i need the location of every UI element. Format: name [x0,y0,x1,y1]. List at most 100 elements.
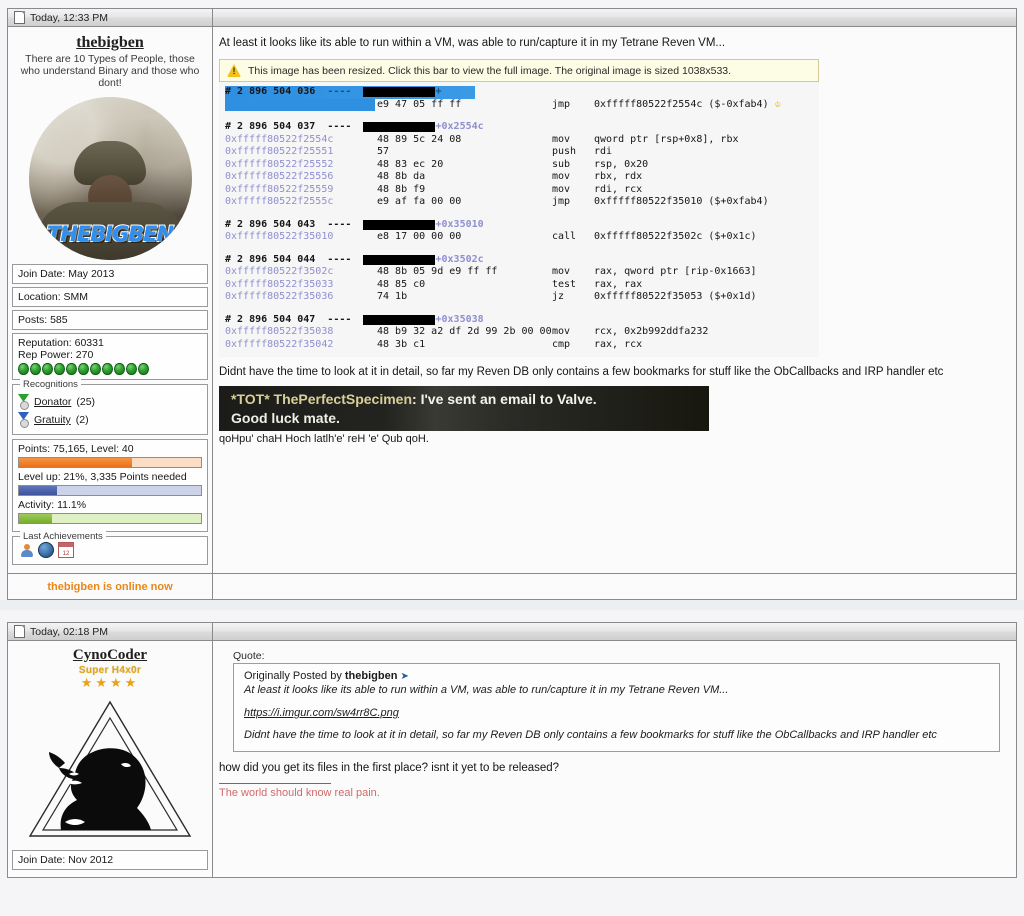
online-status-cell: thebigben is online now [8,573,213,599]
disasm-operands: 0xfffff80522f35053 ($+0x1d) [594,291,757,302]
video-caption-line-2: Good luck mate. [231,410,340,426]
rep-pip [30,363,41,375]
disasm-address: 0xfffff80522f2554c [225,133,334,145]
join-date-box: Join Date: May 2013 [12,264,208,284]
quote-author-prefix: Originally Posted by [244,670,342,682]
levelup-label: Level up: 21%, 3,335 Points needed [18,471,187,483]
recognitions-legend: Recognitions [20,379,81,390]
disasm-mnemonic: mov [552,133,571,145]
quote-author-name[interactable]: thebigben [345,670,398,682]
quote-text-line-2: Didnt have the time to look at it in det… [244,729,937,741]
quote-attribution: Originally Posted by thebigben ➤ [244,670,989,682]
post-1-user-sidebar: thebigben There are 10 Types of People, … [8,27,213,573]
disasm-bytes: 48 8b da [377,171,426,182]
post-1-footer: thebigben is online now [8,573,1016,599]
calendar-icon[interactable] [58,542,74,558]
disasm-address [225,99,377,112]
username-link[interactable]: CynoCoder [11,647,209,664]
post-1-footer-right [213,573,1016,599]
recognition-link-gratuity[interactable]: Gratuity [34,414,71,426]
medal-disc [20,401,29,410]
points-progress-fill [19,458,132,467]
disasm-operands: rsp, 0x20 [594,158,649,170]
disasm-spacer [225,244,819,254]
disasm-address: 0xfffff80522f25551 [225,146,334,157]
disasm-group-offset: +0x35038 [435,313,484,325]
disasm-group-id: # 2 896 504 044 [225,253,316,265]
disasm-bytes: 48 8b 05 9d e9 ff ff [377,266,498,277]
quoted-image-link[interactable]: https://i.imgur.com/sw4rr8C.png [244,707,989,719]
disasm-spacer [225,209,819,219]
disasm-address: 0xfffff80522f35010 [225,231,334,242]
disasm-address: 0xfffff80522f35033 [225,278,334,290]
rep-pip [54,363,65,375]
post-2-user-sidebar: CynoCoder Super H4x0r ★★★★ Join Date: No… [8,641,213,877]
image-resize-notice-text: This image has been resized. Click this … [248,64,732,77]
redaction-block [363,122,436,133]
reputation-pips [18,363,202,375]
post-1-timestamp: Today, 12:33 PM [30,11,109,24]
disasm-address: 0xfffff80522f35042 [225,338,334,350]
disasm-group-offset: +0x35010 [435,218,484,230]
rep-pip [78,363,89,375]
disasm-line: 0xfffff80522f25559 48 8b f9 mov rdi, rcx [225,184,819,197]
disasm-line: 0xfffff80522f35010 e8 17 00 00 00 call 0xff… [225,231,819,244]
globe-icon[interactable] [38,542,54,558]
disasm-group-offset: +0x3502c [435,253,484,265]
disasm-operands: 0xfffff80522f35010 ($+0xfab4) [594,196,769,207]
disasm-group-id: # 2 896 504 037 [225,121,316,132]
disassembly-image[interactable]: # 2 896 504 036 ---- + e9 47 05 ff ff jm… [219,82,819,357]
post-1-wrapper: Today, 12:33 PM thebigben There are 10 T… [0,0,1024,600]
redaction-block [363,219,436,230]
activity-progress-bar [18,513,202,524]
image-resize-notice-bar[interactable]: This image has been resized. Click this … [219,59,819,82]
username-link[interactable]: thebigben [11,34,209,52]
recognition-item-gratuity: Gratuity (2) [18,412,202,428]
crown-icon: ♔ [768,98,781,110]
disasm-address: 0xfffff80522f25559 [225,183,334,195]
disasm-operands: 0xfffff80522f3502c ($+0x1c) [594,231,757,242]
redaction-block [363,87,436,98]
reputation-value: Reputation: 60331 [18,337,104,349]
disasm-group-header: # 2 896 504 036 ---- + [225,86,475,99]
recognitions-fieldset: Recognitions Donator (25) Gratuity (2) [12,379,208,435]
avatar[interactable] [25,694,195,844]
levelup-progress-bar [18,485,202,496]
person-icon[interactable] [20,543,34,557]
disasm-line: 0xfffff80522f35038 48 b9 32 a2 df 2d 99 2… [225,326,819,339]
user-title: There are 10 Types of People, those who … [20,53,200,89]
disasm-bytes: 48 89 5c 24 08 [377,133,462,145]
disasm-operands: rcx, 0x2b992ddfa232 [594,326,709,337]
disasm-operands: qword ptr [rsp+0x8], rbx [594,133,739,145]
forum-thread-page: Today, 12:33 PM thebigben There are 10 T… [0,0,1024,916]
disasm-bytes: 48 b9 32 a2 df 2d 99 2b 00 00 [377,326,552,337]
avatar[interactable]: THEBIGBEN [28,97,192,260]
disasm-group-id: # 2 896 504 047 [225,313,316,325]
post-1-content: At least it looks like its able to run w… [213,27,1016,573]
jump-to-post-icon[interactable]: ➤ [401,671,409,682]
post-1-body: thebigben There are 10 Types of People, … [8,27,1016,573]
disasm-address: 0xfffff80522f35038 [225,326,334,337]
activity-progress-fill [19,514,52,523]
disasm-address: 0xfffff80522f2555c [225,196,334,207]
post-2-wrapper: Today, 02:18 PM CynoCoder Super H4x0r ★★… [0,610,1024,878]
disasm-group-id: # 2 896 504 036 [225,86,316,97]
rep-pip [114,363,125,375]
quote-text-line-1: At least it looks like its able to run w… [244,684,729,696]
disasm-operands: rax, qword ptr [rip-0x1663] [594,266,757,277]
disasm-mnemonic: mov [552,326,571,337]
achievements-legend: Last Achievements [20,531,106,542]
achievements-fieldset: Last Achievements [12,531,208,565]
disasm-bytes: e8 17 00 00 00 [377,231,462,242]
disasm-operands: rdi [594,146,613,157]
points-label: Points: 75,165, Level: 40 [18,443,134,455]
post-1-header-right [213,9,1016,26]
recognition-link-donator[interactable]: Donator [34,396,71,408]
rep-pip [90,363,101,375]
rep-pip [126,363,137,375]
user-star-rating: ★★★★ [80,675,140,690]
disasm-line: 0xfffff80522f2554c 48 89 5c 24 08 mov qword… [225,134,819,147]
video-still-image[interactable]: *TOT* ThePerfectSpecimen: I've sent an e… [219,386,709,431]
disasm-bytes: 74 1b [377,291,408,302]
post-1-timestamp-cell: Today, 12:33 PM [8,9,213,26]
